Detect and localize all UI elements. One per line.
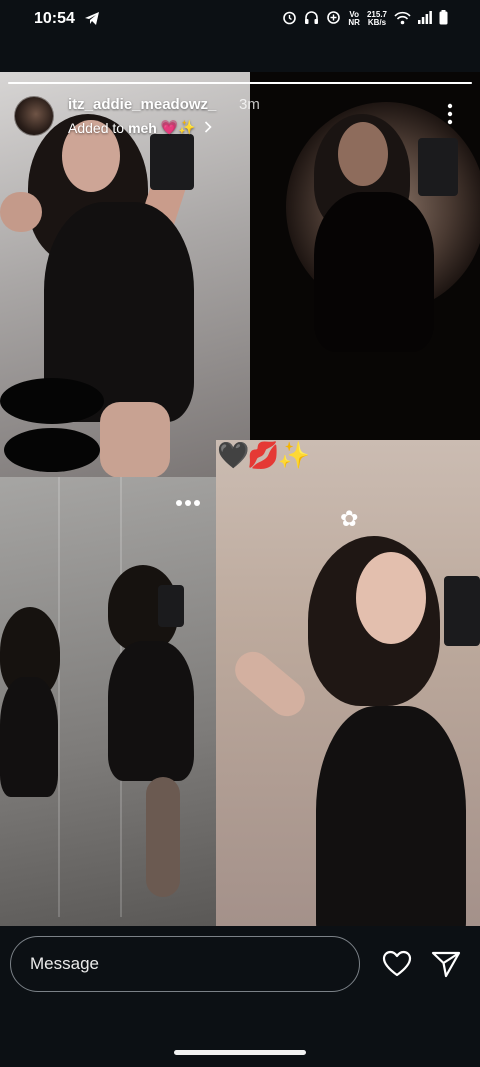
battery-icon	[439, 10, 448, 28]
chevron-right-icon	[204, 120, 212, 136]
network-speed: 215.7 KB/s	[367, 11, 387, 27]
post-time: 3m	[239, 96, 260, 113]
emoji-sticker: 🖤💋✨	[217, 440, 310, 470]
status-time: 10:54	[34, 10, 75, 27]
story-progress-fill	[8, 82, 472, 84]
story-image[interactable]	[0, 72, 480, 926]
highlight-emoji: 💗✨	[160, 119, 196, 135]
status-icons: Vo NR 215.7 KB/s	[282, 10, 448, 28]
telegram-icon	[84, 11, 100, 31]
wifi-icon	[394, 11, 411, 28]
more-options-button[interactable]	[438, 102, 462, 126]
username[interactable]: itz_addie_meadowz_	[68, 96, 216, 113]
more-vertical-icon	[438, 103, 462, 130]
flower-sticker: ✿	[340, 506, 359, 531]
avatar[interactable]	[14, 96, 54, 136]
headphones-icon	[304, 10, 319, 28]
like-button[interactable]	[382, 950, 412, 978]
send-button[interactable]	[431, 950, 461, 978]
home-indicator[interactable]	[174, 1050, 306, 1055]
send-icon	[431, 951, 461, 982]
highlight-name: meh	[128, 119, 157, 136]
lips-sticker	[0, 378, 104, 424]
speed-unit: KB/s	[367, 18, 387, 27]
signal-icon	[418, 11, 432, 27]
collage-photo-bottom-left	[0, 477, 218, 926]
photo-dots-icon	[176, 500, 200, 506]
status-bar: 10:54 Vo NR 215.7 KB/s	[0, 0, 480, 38]
story-progress-bar	[8, 82, 472, 84]
network-type: Vo NR	[348, 11, 360, 27]
heart-icon	[382, 950, 412, 982]
data-saver-icon	[326, 10, 341, 28]
network-label-bottom: NR	[348, 18, 360, 27]
message-input[interactable]: Message	[10, 936, 360, 992]
added-prefix: Added to	[68, 119, 125, 136]
alarm-icon	[282, 10, 297, 28]
reply-bar: Message	[0, 926, 480, 1067]
story-header: itz_addie_meadowz_ 3m Added to meh 💗✨	[0, 92, 480, 144]
highlight-link[interactable]: Added to meh 💗✨	[68, 119, 212, 136]
